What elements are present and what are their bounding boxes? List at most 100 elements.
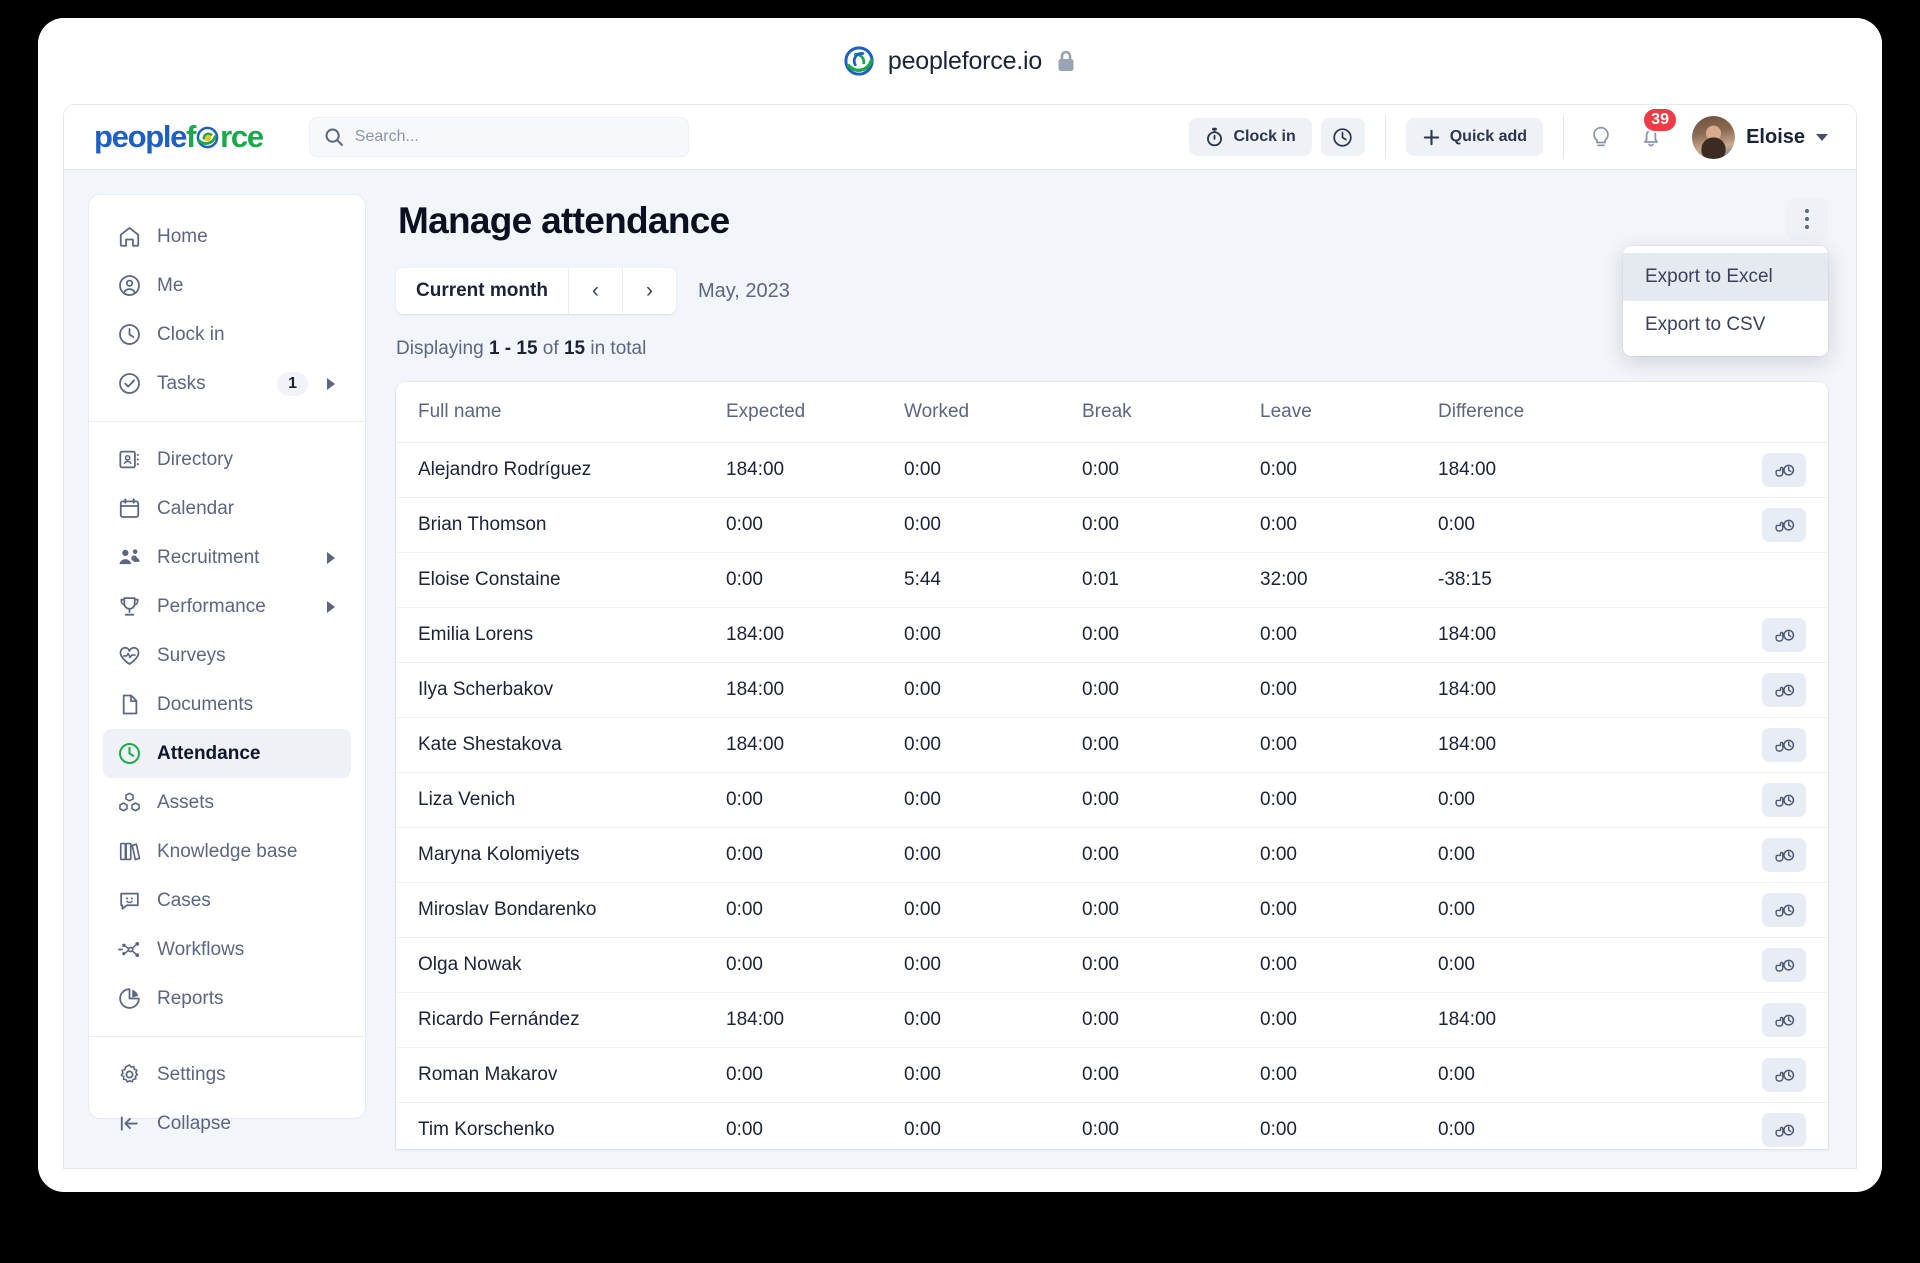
displaying-middle: of [537,338,564,359]
table-row[interactable]: Maryna Kolomiyets 0:00 0:00 0:00 0:00 0:00 [396,827,1828,883]
table-row[interactable]: Ricardo Fernández 184:00 0:00 0:00 0:00 184:0… [396,992,1828,1048]
clock-in-hand-icon [1774,736,1795,755]
table-row[interactable]: Roman Makarov 0:00 0:00 0:00 0:00 0:00 [396,1047,1828,1103]
table-row[interactable]: Brian Thomson 0:00 0:00 0:00 0:00 0:00 [396,497,1828,553]
attendance-table: Full name Expected Worked Break Leave Differe… [396,382,1828,1149]
column-header-expected[interactable]: Expected [726,382,904,443]
cell-employee-name: Emilia Lorens [396,607,726,663]
table-row[interactable]: Olga Nowak 0:00 0:00 0:00 0:00 0:00 [396,937,1828,993]
menu-item-export-to-csv[interactable]: Export to CSV [1623,301,1828,349]
tips-button[interactable] [1584,120,1618,154]
cell-break-hours: 0:00 [1082,717,1260,773]
sidebar-item-surveys[interactable]: Surveys [103,631,351,680]
cell-expected-hours: 184:00 [726,717,904,773]
row-clock-in-button[interactable] [1762,1113,1806,1147]
cell-break-hours: 0:00 [1082,1102,1260,1149]
cell-employee-name: Ricardo Fernández [396,992,726,1048]
displaying-range: 1 - 15 [488,338,538,359]
sidebar-item-label: Attendance [157,742,261,764]
sidebar-item-knowledge-base[interactable]: Knowledge base [103,827,351,876]
sidebar-item-cases[interactable]: Cases [103,876,351,925]
cell-leave-hours: 0:00 [1260,607,1438,663]
row-clock-in-button[interactable] [1762,1058,1806,1092]
cell-break-hours: 0:00 [1082,937,1260,993]
row-clock-in-button[interactable] [1762,838,1806,872]
cell-difference-hours: 184:00 [1438,717,1688,773]
time-history-button[interactable] [1320,118,1365,156]
chevron-right-icon[interactable] [327,600,335,613]
heart-pulse-icon [117,643,142,668]
chevron-right-icon[interactable] [327,377,335,390]
export-dropdown-menu[interactable]: Export to Excel Export to CSV [1623,246,1828,356]
sidebar-item-label: Directory [157,448,234,470]
table-row[interactable]: Eloise Constaine 0:00 5:44 0:01 32:00 -38:15 [396,552,1828,608]
sidebar-item-home[interactable]: Home [103,212,351,261]
row-clock-in-button[interactable] [1762,893,1806,927]
search-input[interactable] [354,128,674,146]
row-clock-in-button[interactable] [1762,453,1806,487]
column-header-break[interactable]: Break [1082,382,1260,443]
period-selector: Current month ‹ › [396,268,676,314]
sidebar-item-attendance[interactable]: Attendance [103,729,351,778]
cell-worked-hours: 0:00 [904,1102,1082,1149]
cell-leave-hours: 0:00 [1260,717,1438,773]
row-clock-in-button[interactable] [1762,508,1806,542]
sidebar-item-clock-in[interactable]: Clock in [103,310,351,359]
menu-item-export-to-excel[interactable]: Export to Excel [1623,253,1828,301]
table-row[interactable]: Emilia Lorens 184:00 0:00 0:00 0:00 184:00 [396,607,1828,663]
column-header-worked[interactable]: Worked [904,382,1082,443]
clock-icon [117,322,142,347]
cell-leave-hours: 0:00 [1260,497,1438,553]
current-month-button[interactable]: Current month [396,268,568,314]
cell-expected-hours: 0:00 [726,497,904,553]
sidebar-item-settings[interactable]: Settings [103,1050,351,1099]
cell-expected-hours: 0:00 [726,882,904,938]
cell-employee-name: Liza Venich [396,772,726,828]
notifications[interactable]: 39 [1634,107,1679,154]
row-clock-in-button[interactable] [1762,948,1806,982]
browser-chrome-bar: peopleforce.io [38,18,1882,104]
quick-add-button[interactable]: Quick add [1405,118,1544,156]
table-row[interactable]: Ilya Scherbakov 184:00 0:00 0:00 0:00 184:00 [396,662,1828,718]
quick-add-label: Quick add [1449,128,1528,145]
sidebar-item-documents[interactable]: Documents [103,680,351,729]
topnav-divider-2 [1563,115,1565,159]
sidebar-item-directory[interactable]: Directory [103,435,351,484]
next-month-button[interactable]: › [621,268,676,314]
table-row[interactable]: Miroslav Bondarenko 0:00 0:00 0:00 0:00 0:00 [396,882,1828,938]
row-clock-in-button[interactable] [1762,618,1806,652]
logo-text-rce: rce [220,119,264,154]
clock-in-hand-icon [1774,1121,1795,1140]
sidebar-item-performance[interactable]: Performance [103,582,351,631]
column-header-leave[interactable]: Leave [1260,382,1438,443]
sidebar-item-collapse[interactable]: Collapse [103,1099,351,1148]
chevron-right-icon[interactable] [327,551,335,564]
row-clock-in-button[interactable] [1762,1003,1806,1037]
sidebar-item-recruitment[interactable]: Recruitment [103,533,351,582]
avatar [1692,115,1736,159]
row-clock-in-button[interactable] [1762,783,1806,817]
sidebar-item-calendar[interactable]: Calendar [103,484,351,533]
column-header-difference[interactable]: Difference [1438,382,1688,443]
row-clock-in-button[interactable] [1762,728,1806,762]
table-row[interactable]: Kate Shestakova 184:00 0:00 0:00 0:00 184:00 [396,717,1828,773]
sidebar-item-tasks[interactable]: Tasks 1 [103,359,351,408]
table-row[interactable]: Liza Venich 0:00 0:00 0:00 0:00 0:00 [396,772,1828,828]
sidebar-item-workflows[interactable]: Workflows [103,925,351,974]
column-header-full-name[interactable]: Full name [396,382,726,443]
sidebar-item-reports[interactable]: Reports [103,974,351,1023]
sidebar-item-assets[interactable]: Assets [103,778,351,827]
cell-leave-hours: 0:00 [1260,1047,1438,1103]
row-clock-in-button[interactable] [1762,673,1806,707]
previous-month-button[interactable]: ‹ [567,268,622,314]
logo-text-people: people [94,119,187,154]
logo-swirl-icon [196,126,219,149]
user-menu[interactable]: Eloise [1692,115,1828,159]
more-actions-button[interactable] [1786,198,1828,240]
global-search[interactable] [308,117,689,157]
sidebar-item-me[interactable]: Me [103,261,351,310]
clock-in-button[interactable]: Clock in [1189,118,1312,156]
table-row[interactable]: Alejandro Rodríguez 184:00 0:00 0:00 0:00 184… [396,442,1828,498]
table-row[interactable]: Tim Korschenko 0:00 0:00 0:00 0:00 0:00 [396,1102,1828,1149]
peopleforce-logo[interactable]: people f rce [94,119,264,155]
